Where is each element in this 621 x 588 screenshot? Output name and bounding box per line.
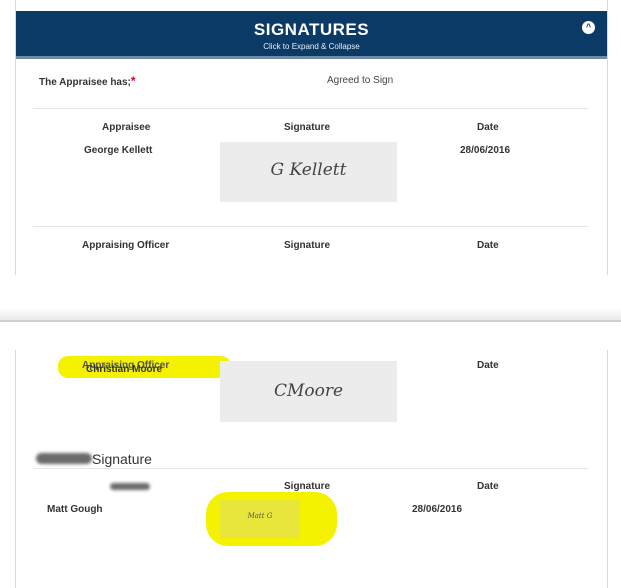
third-date: 28/06/2016 xyxy=(412,504,463,515)
appraisee-date: 28/06/2016 xyxy=(460,145,511,156)
third-section-title: Signature xyxy=(92,451,152,467)
third-person-name: Matt Gough xyxy=(47,504,103,515)
signatures-header[interactable]: SIGNATURES Click to Expand & Collapse ^ xyxy=(16,11,607,59)
screenshot-divider xyxy=(0,308,621,322)
officer-date-column-header: Date xyxy=(477,360,499,371)
officer-signature: CMoore xyxy=(273,381,344,401)
chevron-up-icon[interactable]: ^ xyxy=(582,21,595,34)
third-date-column-header: Date xyxy=(477,481,499,492)
date-column-header: Date xyxy=(477,122,499,133)
divider xyxy=(33,108,588,109)
signatures-panel: SIGNATURES Click to Expand & Collapse ^ … xyxy=(15,0,608,275)
required-asterisk: * xyxy=(130,74,136,88)
appraisee-signature: G Kellett xyxy=(270,160,347,180)
signatures-panel-continued: Appraising Officer Christian Moore Date … xyxy=(15,350,608,588)
officer-signature-column-header: Signature xyxy=(284,240,331,251)
officer-name: Christian Moore xyxy=(86,364,163,375)
redacted-text xyxy=(110,483,150,490)
appraisee-signature-box: G Kellett xyxy=(220,142,397,202)
redacted-text xyxy=(36,453,92,464)
officer-signature-box: CMoore xyxy=(220,361,397,422)
appraisee-status-value: Agreed to Sign xyxy=(327,75,394,86)
officer-column-header: Appraising Officer xyxy=(82,240,170,251)
appraisee-status-label-text: The Appraisee has; xyxy=(39,77,131,88)
third-signature-column-header: Signature xyxy=(284,481,331,492)
signature-column-header: Signature xyxy=(284,122,331,133)
appraisee-name: George Kellett xyxy=(84,145,153,156)
appraisee-column-header: Appraisee xyxy=(102,122,151,133)
divider xyxy=(33,226,588,227)
expand-collapse-hint: Click to Expand & Collapse xyxy=(263,42,360,51)
appraisee-status-label: The Appraisee has;* xyxy=(39,74,136,88)
officer-date-column-header: Date xyxy=(477,240,499,251)
third-signature: Matt G xyxy=(247,512,273,520)
section-title: SIGNATURES xyxy=(253,20,370,39)
third-signature-box: Matt G xyxy=(220,500,300,538)
divider xyxy=(33,468,588,469)
